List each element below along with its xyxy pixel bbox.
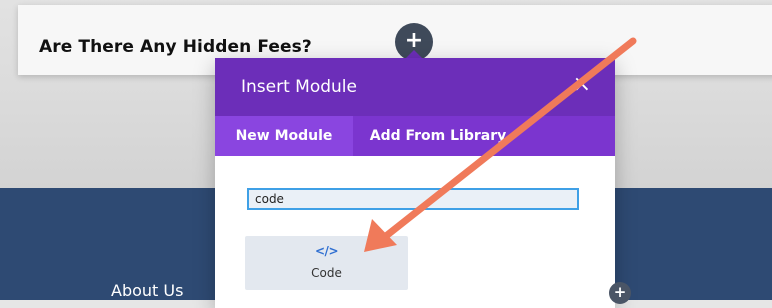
insert-module-modal: Insert Module × New Module Add From Libr… bbox=[215, 58, 615, 308]
modal-title: Insert Module bbox=[241, 77, 357, 97]
footer-add-button[interactable]: + bbox=[609, 282, 631, 304]
tab-add-from-library[interactable]: Add From Library bbox=[353, 116, 523, 156]
code-icon: </> bbox=[315, 244, 339, 258]
module-code-button[interactable]: </> Code bbox=[245, 236, 408, 290]
module-code-label: Code bbox=[311, 266, 342, 280]
modal-tabs: New Module Add From Library bbox=[215, 116, 615, 156]
close-icon[interactable]: × bbox=[573, 74, 591, 96]
tab-new-module[interactable]: New Module bbox=[215, 116, 353, 156]
modal-caret bbox=[406, 50, 422, 58]
module-search-input[interactable] bbox=[247, 188, 579, 210]
footer-about-us-link[interactable]: About Us bbox=[111, 281, 183, 300]
modal-header: Insert Module × bbox=[215, 58, 615, 116]
faq-title: Are There Any Hidden Fees? bbox=[39, 37, 312, 57]
